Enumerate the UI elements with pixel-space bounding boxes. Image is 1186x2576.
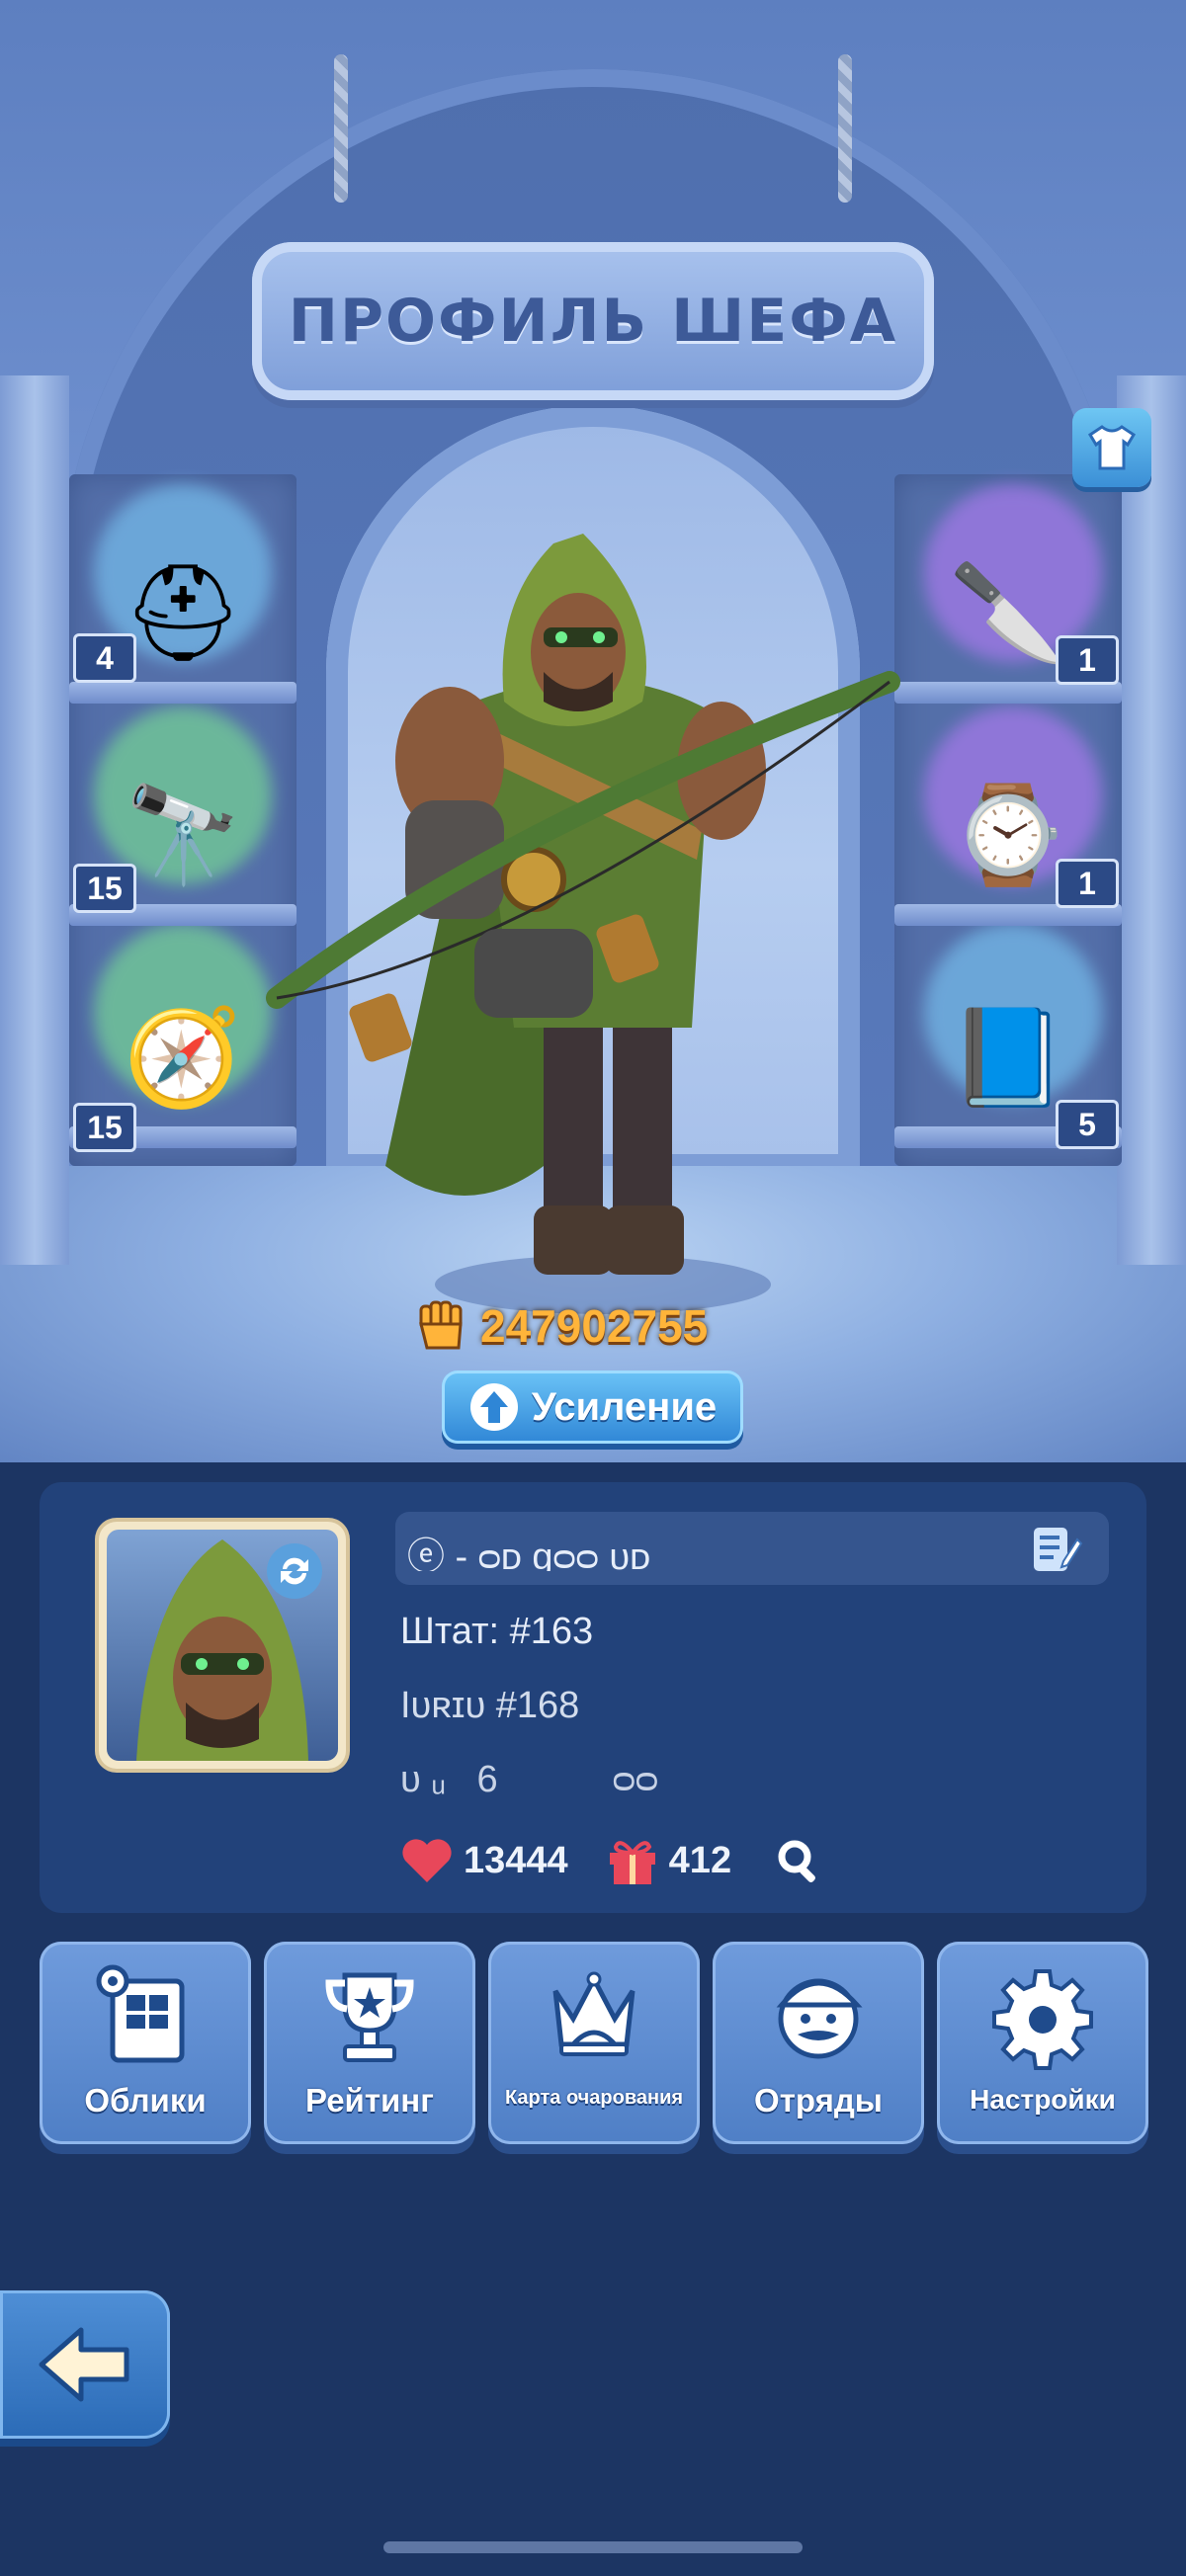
aviator-helmet-icon: ⛑ xyxy=(123,557,243,668)
item-count-badge: 15 xyxy=(73,1103,136,1152)
crown-icon xyxy=(552,1971,635,2056)
edit-note-icon xyxy=(1034,1528,1083,1571)
gear-icon xyxy=(992,1969,1093,2070)
item-count-badge: 1 xyxy=(1056,635,1119,685)
sign-rope xyxy=(838,54,852,203)
charm-map-button-label: Карта очарования xyxy=(504,2087,684,2109)
right-pillar xyxy=(1117,375,1186,1265)
search-icon xyxy=(778,1840,816,1882)
stats-row: 13444 412 xyxy=(400,1833,828,1888)
back-button[interactable] xyxy=(0,2290,170,2439)
squad-face-icon xyxy=(776,1978,863,2059)
power-display: 247902755 xyxy=(415,1294,810,1358)
item-count-badge: 15 xyxy=(73,864,136,913)
spellbook-icon: 📘 xyxy=(949,1002,1067,1113)
rating-button[interactable]: Рейтинг xyxy=(264,1942,475,2144)
page-title: ПРОФИЛЬ ШЕФА xyxy=(288,287,898,356)
title-sign: ПРОФИЛЬ ШЕФА xyxy=(252,242,934,400)
refresh-icon xyxy=(281,1557,308,1585)
heart-icon xyxy=(402,1839,452,1882)
gifts-count: 412 xyxy=(668,1839,732,1881)
sign-rope xyxy=(334,54,348,203)
skins-button-label: Облики xyxy=(84,2081,207,2119)
outfit-button[interactable] xyxy=(1072,408,1151,487)
likes-count: 13444 xyxy=(464,1839,568,1881)
left-pillar xyxy=(0,375,69,1265)
trophy-icon xyxy=(325,1972,414,2062)
binoculars-icon: 🔭 xyxy=(124,780,242,890)
profile-line-2: Iᴜʀɪᴜ #168 xyxy=(400,1685,580,1726)
item-count-badge: 4 xyxy=(73,633,136,683)
home-indicator xyxy=(383,2541,803,2553)
state-label: Штат: #163 xyxy=(400,1611,594,1652)
back-arrow-icon xyxy=(39,2327,129,2402)
item-count-badge: 5 xyxy=(1056,1100,1119,1149)
charm-map-button[interactable]: Карта очарования xyxy=(488,1942,700,2144)
arrow-up-icon xyxy=(469,1383,518,1431)
pocket-watch-icon: ⌚ xyxy=(949,780,1067,890)
skins-wardrobe-icon xyxy=(96,1964,185,2063)
rating-button-label: Рейтинг xyxy=(305,2081,434,2119)
settings-button-label: Настройки xyxy=(970,2084,1116,2115)
squads-button[interactable]: Отряды xyxy=(713,1942,924,2144)
skins-button[interactable]: Облики xyxy=(40,1942,251,2144)
fist-icon xyxy=(419,1300,463,1350)
avatar[interactable] xyxy=(99,1522,346,1769)
player-name: ⓔ - ᴑᴅ ɡᴑᴑ ᴜᴅ xyxy=(407,1537,651,1571)
shirt-icon xyxy=(1087,425,1137,470)
squads-button-label: Отряды xyxy=(754,2081,883,2119)
item-count-badge: 1 xyxy=(1056,859,1119,908)
rename-button[interactable] xyxy=(1028,1522,1083,1577)
search-button[interactable] xyxy=(769,1833,828,1888)
hero-character[interactable] xyxy=(247,534,939,1324)
name-bar[interactable]: ⓔ - ᴑᴅ ɡᴑᴑ ᴜᴅ xyxy=(395,1512,1109,1585)
gift-icon xyxy=(609,1841,655,1884)
compass-icon: 🧭 xyxy=(124,1002,242,1113)
settings-button[interactable]: Настройки xyxy=(937,1942,1148,2144)
knife-icon: 🔪 xyxy=(949,557,1067,668)
profile-line-3: ᴜ ᵤ 6 ᴑᴑ xyxy=(400,1759,659,1800)
boost-button-label: Усиление xyxy=(531,1384,718,1429)
power-value: 247902755 xyxy=(480,1300,709,1352)
change-avatar-button[interactable] xyxy=(267,1543,322,1599)
boost-button[interactable]: Усиление xyxy=(442,1371,743,1444)
